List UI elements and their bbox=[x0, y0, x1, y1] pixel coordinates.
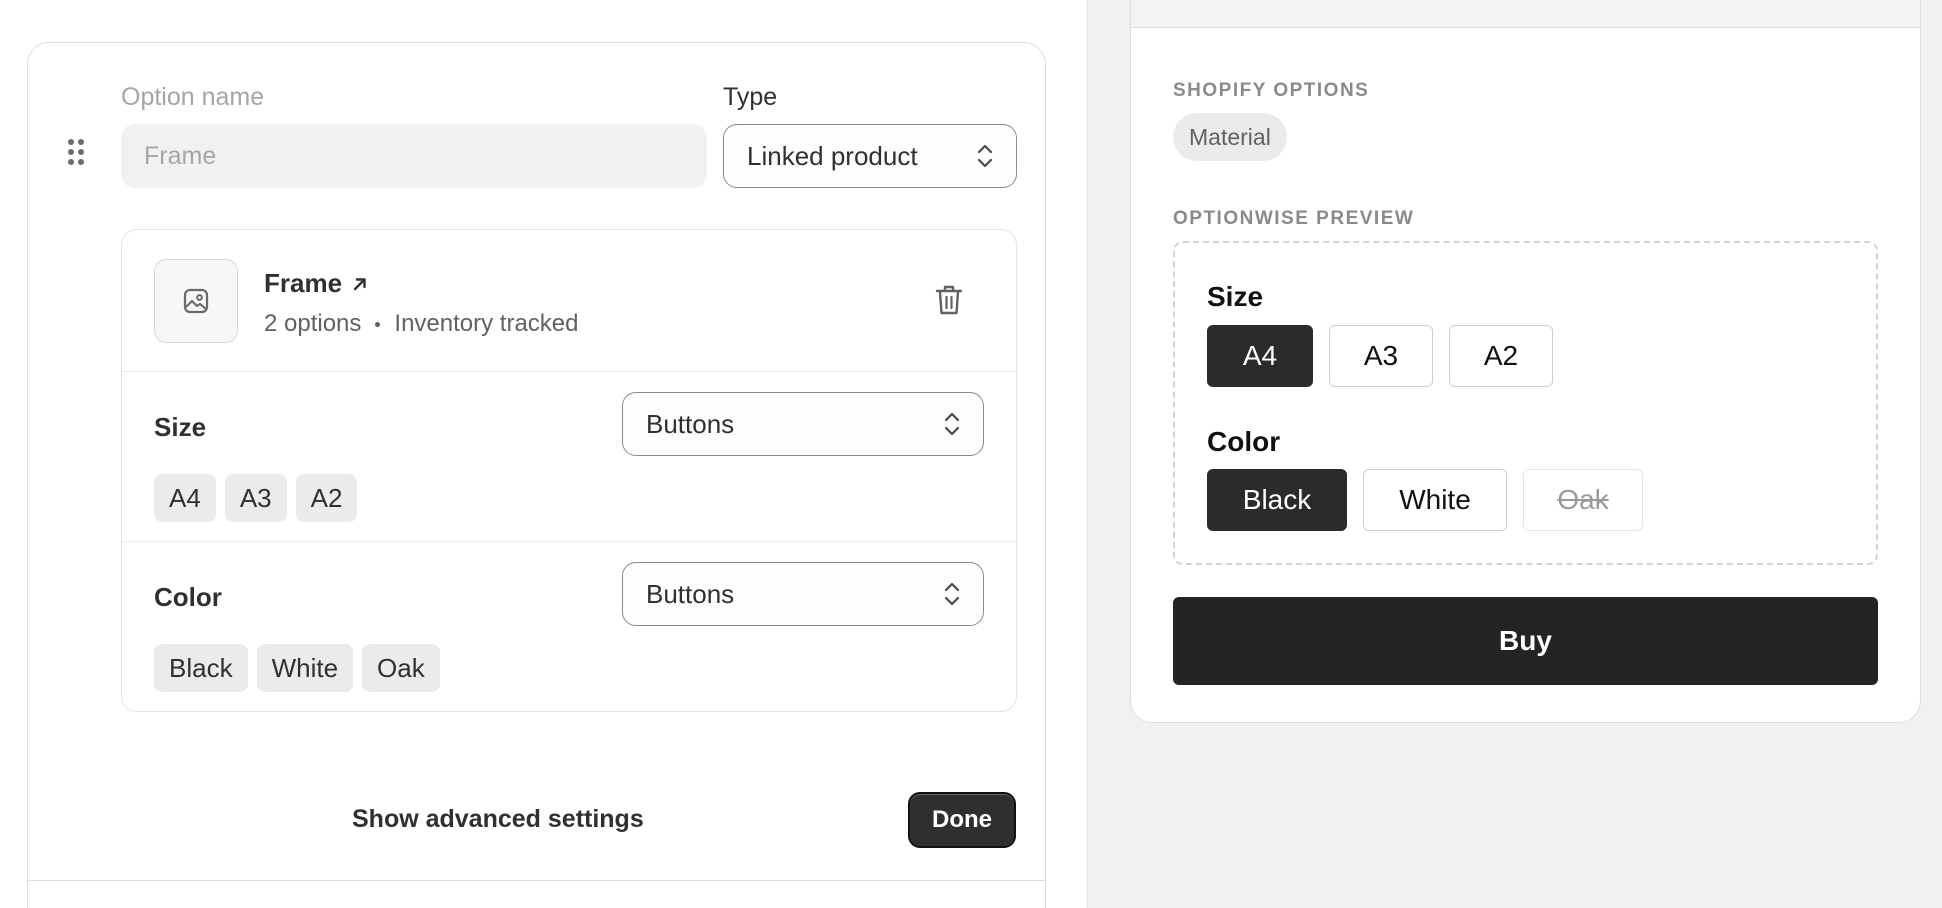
preview-color-buttons: Black White Oak bbox=[1207, 469, 1643, 531]
option-name-input[interactable] bbox=[121, 124, 707, 188]
linked-product-header: Frame 2 options Inventory tracked bbox=[122, 230, 1016, 372]
size-label: Size bbox=[154, 412, 207, 442]
chevron-up-down-icon bbox=[977, 144, 993, 168]
product-meta: 2 options Inventory tracked bbox=[264, 310, 579, 338]
preview-size-option[interactable]: A3 bbox=[1329, 325, 1433, 387]
image-icon bbox=[183, 288, 209, 314]
type-select[interactable]: Linked product bbox=[723, 124, 1017, 188]
external-link-arrow-icon bbox=[353, 277, 366, 290]
preview-size-option[interactable]: A4 bbox=[1207, 325, 1313, 387]
done-button[interactable]: Done bbox=[908, 792, 1016, 848]
chevron-up-down-icon bbox=[944, 582, 960, 606]
preview-color-option[interactable]: Black bbox=[1207, 469, 1347, 531]
product-thumbnail bbox=[154, 259, 238, 343]
color-label: Color bbox=[154, 582, 222, 612]
optionwise-preview-caption: OPTIONWISE PREVIEW bbox=[1173, 208, 1415, 229]
size-option-section: Size Buttons A4 A3 A2 bbox=[122, 372, 1016, 542]
option-name-label: Option name bbox=[121, 83, 265, 111]
preview-color-option[interactable]: White bbox=[1363, 469, 1507, 531]
option-editor-pane: Option name Type Linked product bbox=[0, 0, 1087, 908]
drag-handle-icon[interactable] bbox=[68, 139, 84, 171]
trash-icon[interactable] bbox=[934, 283, 964, 317]
inventory-status: Inventory tracked bbox=[394, 310, 579, 337]
size-display-select[interactable]: Buttons bbox=[622, 392, 984, 456]
preview-card: SHOPIFY OPTIONS Material OPTIONWISE PREV… bbox=[1130, 0, 1921, 723]
size-value-chips: A4 A3 A2 bbox=[154, 474, 358, 522]
preview-size-label: Size bbox=[1207, 281, 1264, 312]
type-select-value: Linked product bbox=[747, 140, 918, 171]
color-chip: Oak bbox=[362, 644, 440, 692]
preview-size-buttons: A4 A3 A2 bbox=[1207, 325, 1553, 387]
preview-card-top bbox=[1131, 0, 1920, 28]
size-display-value: Buttons bbox=[646, 408, 735, 439]
size-chip: A2 bbox=[295, 474, 358, 522]
show-advanced-settings-link[interactable]: Show advanced settings bbox=[352, 805, 644, 834]
preview-color-option-unavailable[interactable]: Oak bbox=[1523, 469, 1643, 531]
option-card: Option name Type Linked product bbox=[27, 42, 1046, 908]
preview-color-label: Color bbox=[1207, 426, 1281, 457]
color-chip: White bbox=[256, 644, 354, 692]
color-value-chips: Black White Oak bbox=[154, 644, 440, 692]
material-pill: Material bbox=[1173, 113, 1287, 161]
linked-product-card: Frame 2 options Inventory tracked Size B… bbox=[121, 229, 1017, 712]
product-title: Frame bbox=[264, 268, 343, 298]
preview-size-option[interactable]: A2 bbox=[1449, 325, 1553, 387]
chevron-up-down-icon bbox=[944, 412, 960, 436]
size-chip: A3 bbox=[224, 474, 287, 522]
color-option-section: Color Buttons Black White Oak bbox=[122, 542, 1016, 712]
shopify-options-caption: SHOPIFY OPTIONS bbox=[1173, 80, 1370, 101]
color-display-value: Buttons bbox=[646, 578, 735, 609]
options-count: 2 options bbox=[264, 310, 362, 337]
product-title-link[interactable]: Frame bbox=[264, 268, 368, 299]
preview-pane: SHOPIFY OPTIONS Material OPTIONWISE PREV… bbox=[1087, 0, 1942, 908]
size-chip: A4 bbox=[154, 474, 216, 522]
divider bbox=[27, 880, 1046, 881]
buy-button[interactable]: Buy bbox=[1173, 597, 1878, 685]
type-label: Type bbox=[723, 83, 778, 111]
separator-dot bbox=[375, 321, 381, 327]
optionwise-preview-box: Size A4 A3 A2 Color Black White Oak bbox=[1173, 241, 1878, 565]
color-display-select[interactable]: Buttons bbox=[622, 562, 984, 626]
color-chip: Black bbox=[154, 644, 248, 692]
